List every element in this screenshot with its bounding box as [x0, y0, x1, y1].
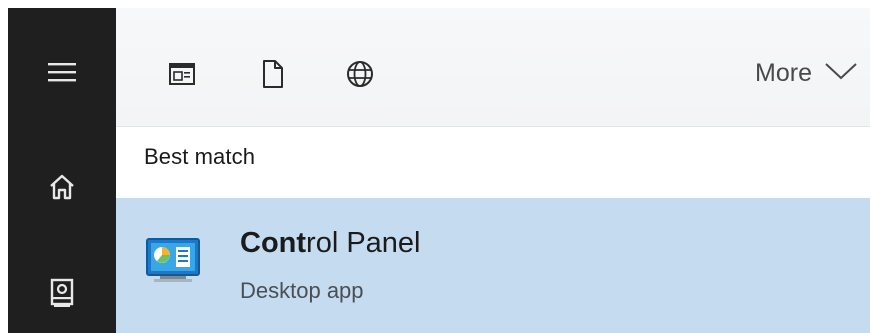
search-window: More Best match Control Panel Desktop ap…	[0, 0, 870, 333]
more-filters-button[interactable]: More	[755, 56, 858, 90]
chevron-down-icon	[824, 59, 858, 88]
control-panel-icon	[146, 238, 200, 284]
more-label: More	[755, 59, 812, 87]
documents-filter-icon	[256, 58, 288, 90]
menu-button[interactable]	[8, 50, 116, 94]
device-icon	[48, 278, 76, 308]
result-item-control-panel[interactable]: Control Panel Desktop app	[116, 198, 870, 333]
result-title-match: Cont	[240, 227, 307, 259]
home-button[interactable]	[8, 164, 116, 210]
best-match-heading: Best match	[144, 144, 256, 169]
home-icon	[48, 173, 76, 201]
result-subtitle: Desktop app	[240, 278, 364, 303]
web-filter-button[interactable]	[344, 58, 376, 90]
result-title: Control Panel	[240, 227, 421, 260]
sidebar	[8, 8, 116, 333]
apps-filter-button[interactable]	[166, 58, 198, 90]
filter-toolbar: More	[116, 8, 870, 127]
result-title-rest: rol Panel	[306, 227, 421, 259]
hamburger-menu-icon	[46, 60, 78, 84]
device-button[interactable]	[8, 270, 116, 316]
documents-filter-button[interactable]	[256, 58, 288, 90]
web-filter-icon	[344, 58, 376, 90]
search-results-panel: More Best match Control Panel Desktop ap…	[116, 8, 870, 333]
apps-filter-icon	[166, 58, 198, 90]
